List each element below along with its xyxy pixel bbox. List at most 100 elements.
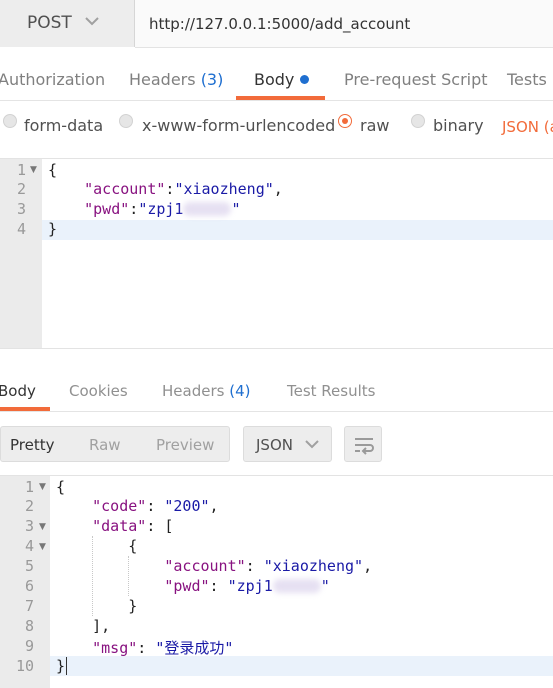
active-line-highlight <box>42 220 553 240</box>
fold-arrow-icon[interactable]: ▼ <box>39 482 46 492</box>
format-select[interactable]: JSON <box>243 426 332 462</box>
tab-cookies[interactable]: Cookies <box>69 382 128 400</box>
brace: } <box>128 597 138 615</box>
line-number: 9 <box>24 637 34 655</box>
fold-arrow-icon[interactable]: ▼ <box>39 542 46 552</box>
method-label: POST <box>27 13 72 33</box>
text-cursor: ​ <box>66 657 68 675</box>
json-value-end: " <box>320 577 330 595</box>
brace: } <box>48 220 58 238</box>
line-number: 1 <box>16 161 26 179</box>
json-key: "msg" <box>92 639 138 657</box>
active-tab-indicator <box>0 407 50 411</box>
headers-count: (4) <box>229 382 251 400</box>
headers-count: (3) <box>200 70 224 89</box>
json-key: "data" <box>92 517 147 535</box>
brace: } <box>56 657 66 675</box>
code-line: { <box>56 478 65 496</box>
tab-label: Headers <box>162 382 225 400</box>
code-line: "account": "xiaozheng", <box>164 557 373 575</box>
code-line: "data": [ <box>92 517 174 535</box>
tab-label: Body <box>0 382 36 400</box>
line-number: 5 <box>24 557 34 575</box>
radio-label-raw: raw <box>360 116 390 135</box>
json-value: "zpj1 <box>227 577 273 595</box>
tab-label: Tests <box>507 70 547 89</box>
tab-label: Pre-request Script <box>344 70 488 89</box>
pretty-button[interactable]: Pretty <box>10 436 55 454</box>
tab-response-body[interactable]: Body <box>0 382 36 400</box>
line-number: 2 <box>24 497 34 515</box>
tab-tests[interactable]: Tests <box>507 70 547 89</box>
bracket: [ <box>164 517 174 535</box>
radio-raw[interactable] <box>338 114 352 128</box>
line-number: 4 <box>16 220 26 238</box>
fold-arrow-icon[interactable]: ▼ <box>39 522 46 532</box>
tab-label: Test Results <box>287 382 376 400</box>
brace: { <box>56 478 66 496</box>
bracket: ], <box>92 617 111 635</box>
line-number: 3 <box>24 517 34 535</box>
line-number: 10 <box>15 657 34 675</box>
code-line: ], <box>56 617 110 635</box>
json-key: "pwd" <box>84 200 130 218</box>
code-line: "pwd":"zpj1 " <box>84 200 241 218</box>
json-value: "200" <box>164 497 210 515</box>
redaction-blur <box>272 579 321 593</box>
radio-x-www-form-urlencoded[interactable] <box>119 114 133 128</box>
view-mode-group: Pretty Raw Preview <box>0 426 230 462</box>
tab-authorization[interactable]: Authorization <box>0 70 105 89</box>
code-line: } <box>48 220 57 238</box>
response-tabs: Body Cookies Headers (4) Test Results <box>0 370 553 412</box>
wrap-lines-button[interactable] <box>344 426 382 462</box>
tab-label: Authorization <box>0 70 106 89</box>
radio-form-data[interactable] <box>3 114 17 128</box>
radio-label-binary: binary <box>433 116 484 135</box>
line-number: 4 <box>24 537 34 555</box>
code-line: { <box>56 537 137 555</box>
tab-response-headers[interactable]: Headers (4) <box>162 382 250 400</box>
json-value: "zpj1 <box>138 200 184 218</box>
tab-label: Body <box>254 70 295 89</box>
raw-type-dropdown[interactable]: JSON (a <box>502 118 553 136</box>
chevron-down-icon <box>305 440 319 449</box>
request-body-editor[interactable]: 1 ▼ 2 3 4 { "account":"xiaozheng", "pwd"… <box>0 158 553 349</box>
raw-button[interactable]: Raw <box>89 436 121 454</box>
chevron-down-icon <box>85 17 99 26</box>
fold-arrow-icon[interactable]: ▼ <box>30 165 37 175</box>
code-line: "msg": "登录成功" <box>92 639 234 657</box>
json-value-end: " <box>231 200 241 218</box>
code-line: "code": "200", <box>92 497 219 515</box>
code-line: { <box>48 161 57 179</box>
brace: { <box>128 537 138 555</box>
json-value: "xiaozheng" <box>263 557 364 575</box>
format-label: JSON <box>256 436 293 454</box>
tab-body[interactable]: Body <box>254 70 310 89</box>
brace: { <box>48 161 58 179</box>
tab-headers[interactable]: Headers (3) <box>129 70 223 89</box>
tab-pre-request-script[interactable]: Pre-request Script <box>344 70 488 89</box>
code-line: "pwd": "zpj1 " <box>164 577 330 595</box>
preview-button[interactable]: Preview <box>156 436 214 454</box>
radio-label-urlencoded: x-www-form-urlencoded <box>142 116 336 135</box>
code-line: } <box>56 597 137 615</box>
tab-test-results[interactable]: Test Results <box>287 382 375 400</box>
url-input[interactable]: http://127.0.0.1:5000/add_account <box>135 0 553 48</box>
tab-label: Cookies <box>69 382 128 400</box>
line-number: 1 <box>24 478 34 496</box>
line-number: 7 <box>24 597 34 615</box>
response-body-viewer[interactable]: 1 ▼ 2 3 ▼ 4 ▼ 5 6 7 8 9 10 { "code": "20… <box>0 475 553 688</box>
radio-label-form-data: form-data <box>24 116 104 135</box>
line-number: 6 <box>24 577 34 595</box>
json-key: "account" <box>164 557 246 575</box>
radio-binary[interactable] <box>411 114 425 128</box>
tab-label: Headers <box>129 70 196 89</box>
line-number: 3 <box>16 200 26 218</box>
request-tabs: Authorization Headers (3) Body Pre-reque… <box>0 48 553 101</box>
code-line: "account":"xiaozheng", <box>84 180 283 198</box>
json-value: "登录成功" <box>155 639 234 657</box>
code-line: }​ <box>56 657 68 675</box>
json-value: "xiaozheng" <box>174 180 274 198</box>
json-key: "pwd" <box>164 577 210 595</box>
method-select[interactable]: POST <box>0 0 135 47</box>
